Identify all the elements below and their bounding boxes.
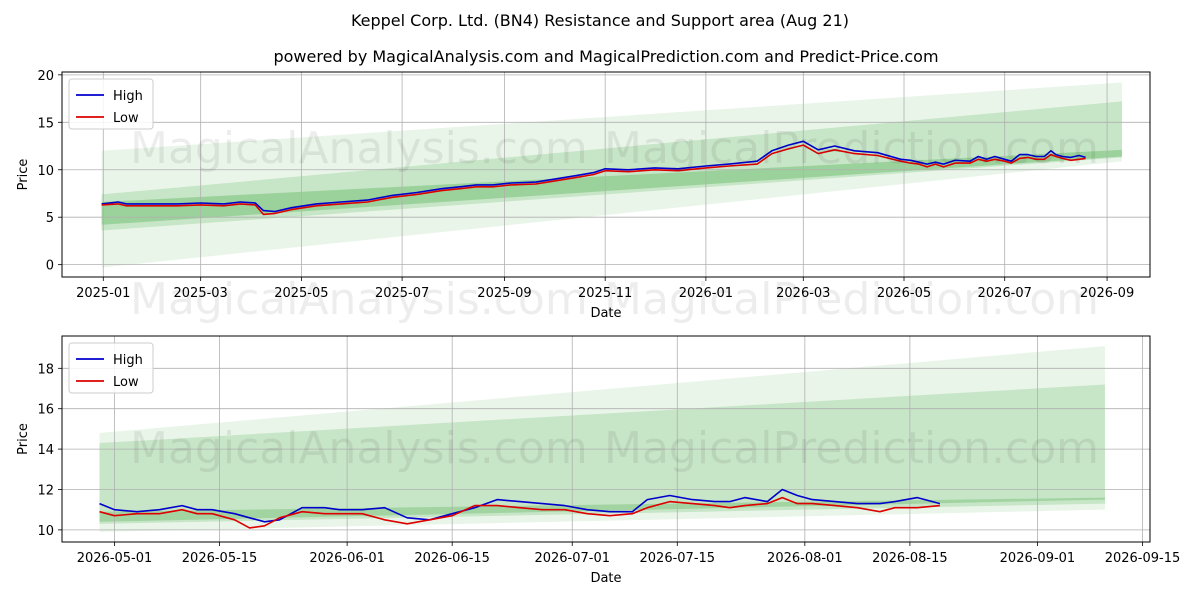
watermark-text: MagicalAnalysis.com [130,423,588,474]
x-tick-label: 2026-06-15 [414,551,490,566]
x-tick-label: 2026-05-15 [182,551,258,566]
x-tick-label: 2026-08-15 [872,551,948,566]
legend-label-low: Low [113,375,139,390]
y-axis-label: Price [16,159,31,191]
legend-label-high: High [113,353,143,368]
x-tick-label: 2026-09-01 [1000,551,1076,566]
y-tick-label: 15 [37,116,54,131]
watermark-text: MagicalPrediction.com [604,274,1099,325]
x-tick-label: 2026-08-01 [767,551,843,566]
x-tick-label: 2026-07-15 [640,551,716,566]
y-tick-label: 10 [37,164,54,179]
y-tick-label: 20 [37,69,54,84]
y-tick-label: 10 [37,524,54,539]
y-tick-label: 5 [46,211,54,226]
y-tick-label: 16 [37,403,54,418]
legend-label-low: Low [113,111,139,126]
watermark-text: MagicalPrediction.com [604,423,1099,474]
legend-box [68,342,154,394]
y-tick-label: 18 [37,362,54,377]
chart-subtitle: powered by MagicalAnalysis.com and Magic… [273,47,938,66]
x-axis-label: Date [590,306,621,321]
chart-figure: Keppel Corp. Ltd. (BN4) Resistance and S… [0,0,1200,600]
x-tick-label: 2026-05-01 [77,551,153,566]
x-tick-label: 2025-01 [76,286,130,301]
legend-box [68,78,154,130]
chart-canvas: Keppel Corp. Ltd. (BN4) Resistance and S… [16,11,1181,586]
watermark-text: MagicalPrediction.com [604,123,1099,174]
chart-title: Keppel Corp. Ltd. (BN4) Resistance and S… [351,11,849,30]
x-tick-label: 2026-09-15 [1105,551,1181,566]
x-axis-label: Date [590,571,621,586]
legend-label-high: High [113,89,143,104]
y-tick-label: 0 [46,259,54,274]
watermark-text: MagicalAnalysis.com [130,123,588,174]
watermark-text: MagicalAnalysis.com [130,274,588,325]
x-tick-label: 2026-07-01 [534,551,610,566]
top-chart-panel: 2025-01 2025-03 2025-05 2025-07 2025-09 2025-… [16,69,1151,325]
x-tick-label: 2026-06-01 [309,551,385,566]
y-axis-label: Price [16,423,31,455]
y-tick-label: 14 [37,443,54,458]
y-tick-label: 12 [37,483,54,498]
bottom-chart-panel: 2026-05-01 2026-05-15 2026-06-01 2026-06-15… [16,335,1181,586]
